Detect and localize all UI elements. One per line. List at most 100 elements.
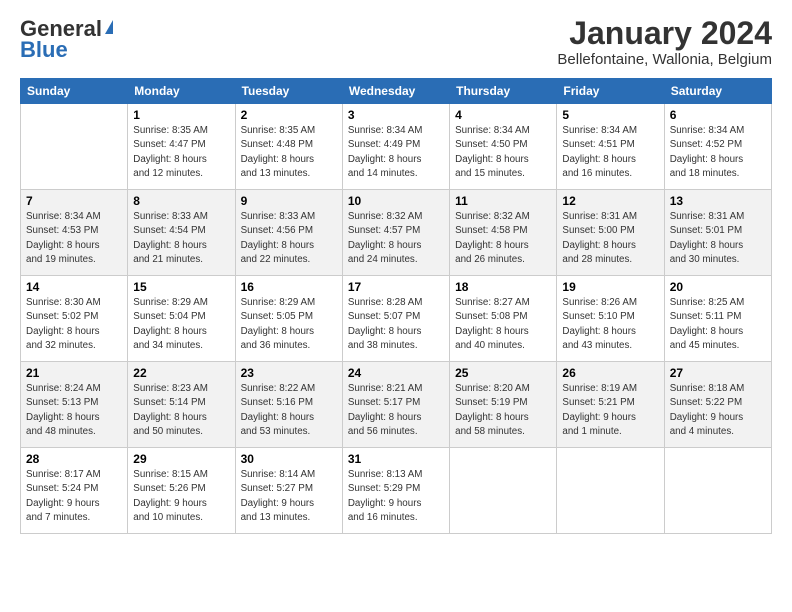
location-title: Bellefontaine, Wallonia, Belgium xyxy=(557,51,772,68)
title-block: January 2024 Bellefontaine, Wallonia, Be… xyxy=(557,16,772,68)
day-info: Sunrise: 8:29 AMSunset: 5:04 PMDaylight:… xyxy=(133,296,229,353)
calendar-cell: 31 Sunrise: 8:13 AMSunset: 5:29 PMDayligh… xyxy=(342,448,449,534)
day-number: 26 xyxy=(562,366,658,380)
col-wednesday: Wednesday xyxy=(342,79,449,104)
month-title: January 2024 xyxy=(557,16,772,51)
calendar-cell: 21 Sunrise: 8:24 AMSunset: 5:13 PMDayligh… xyxy=(21,362,128,448)
day-number: 9 xyxy=(241,194,337,208)
calendar-cell: 5 Sunrise: 8:34 AMSunset: 4:51 PMDaylight… xyxy=(557,104,664,190)
calendar-cell xyxy=(450,448,557,534)
calendar-cell: 22 Sunrise: 8:23 AMSunset: 5:14 PMDayligh… xyxy=(128,362,235,448)
day-info: Sunrise: 8:33 AMSunset: 4:56 PMDaylight:… xyxy=(241,210,337,267)
calendar-cell: 30Sunrise: 8:14 AMSunset: 5:27 PMDayligh… xyxy=(235,448,342,534)
day-number: 6 xyxy=(670,108,766,122)
day-number: 8 xyxy=(133,194,229,208)
day-number: 3 xyxy=(348,108,444,122)
calendar-cell: 28 Sunrise: 8:17 AMSunset: 5:24 PMDayligh… xyxy=(21,448,128,534)
calendar-body: 1 Sunrise: 8:35 AMSunset: 4:47 PMDaylight… xyxy=(21,104,772,534)
day-info: Sunrise: 8:32 AMSunset: 4:58 PMDaylight:… xyxy=(455,210,551,267)
day-number: 4 xyxy=(455,108,551,122)
day-info: Sunrise: 8:28 AMSunset: 5:07 PMDaylight:… xyxy=(348,296,444,353)
calendar-table: Sunday Monday Tuesday Wednesday Thursday… xyxy=(20,78,772,534)
header: General Blue January 2024 Bellefontaine,… xyxy=(20,16,772,68)
day-info: Sunrise: 8:31 AMSunset: 5:01 PMDaylight:… xyxy=(670,210,766,267)
day-number: 15 xyxy=(133,280,229,294)
day-info: Sunrise: 8:14 AMSunset: 5:27 PMDaylight:… xyxy=(241,468,337,525)
day-number: 25 xyxy=(455,366,551,380)
day-number: 17 xyxy=(348,280,444,294)
calendar-cell: 4Sunrise: 8:34 AMSunset: 4:50 PMDaylight… xyxy=(450,104,557,190)
calendar-cell: 8 Sunrise: 8:33 AMSunset: 4:54 PMDaylight… xyxy=(128,190,235,276)
header-row: Sunday Monday Tuesday Wednesday Thursday… xyxy=(21,79,772,104)
day-info: Sunrise: 8:34 AMSunset: 4:53 PMDaylight:… xyxy=(26,210,122,267)
col-thursday: Thursday xyxy=(450,79,557,104)
calendar-header: Sunday Monday Tuesday Wednesday Thursday… xyxy=(21,79,772,104)
day-number: 1 xyxy=(133,108,229,122)
day-info: Sunrise: 8:31 AMSunset: 5:00 PMDaylight:… xyxy=(562,210,658,267)
day-number: 29 xyxy=(133,452,229,466)
day-info: Sunrise: 8:20 AMSunset: 5:19 PMDaylight:… xyxy=(455,382,551,439)
day-info: Sunrise: 8:18 AMSunset: 5:22 PMDaylight:… xyxy=(670,382,766,439)
day-number: 24 xyxy=(348,366,444,380)
calendar-cell: 20Sunrise: 8:25 AMSunset: 5:11 PMDayligh… xyxy=(664,276,771,362)
calendar-cell xyxy=(557,448,664,534)
week-row-3: 14 Sunrise: 8:30 AMSunset: 5:02 PMDayligh… xyxy=(21,276,772,362)
calendar-cell: 16Sunrise: 8:29 AMSunset: 5:05 PMDayligh… xyxy=(235,276,342,362)
day-info: Sunrise: 8:13 AMSunset: 5:29 PMDaylight:… xyxy=(348,468,444,525)
day-number: 13 xyxy=(670,194,766,208)
day-number: 5 xyxy=(562,108,658,122)
day-number: 20 xyxy=(670,280,766,294)
day-number: 14 xyxy=(26,280,122,294)
day-info: Sunrise: 8:22 AMSunset: 5:16 PMDaylight:… xyxy=(241,382,337,439)
day-number: 11 xyxy=(455,194,551,208)
week-row-2: 7 Sunrise: 8:34 AMSunset: 4:53 PMDaylight… xyxy=(21,190,772,276)
day-number: 31 xyxy=(348,452,444,466)
day-number: 19 xyxy=(562,280,658,294)
day-info: Sunrise: 8:17 AMSunset: 5:24 PMDaylight:… xyxy=(26,468,122,525)
calendar-cell: 26 Sunrise: 8:19 AMSunset: 5:21 PMDayligh… xyxy=(557,362,664,448)
day-info: Sunrise: 8:27 AMSunset: 5:08 PMDaylight:… xyxy=(455,296,551,353)
col-sunday: Sunday xyxy=(21,79,128,104)
week-row-5: 28 Sunrise: 8:17 AMSunset: 5:24 PMDayligh… xyxy=(21,448,772,534)
calendar-cell: 11 Sunrise: 8:32 AMSunset: 4:58 PMDayligh… xyxy=(450,190,557,276)
day-info: Sunrise: 8:23 AMSunset: 5:14 PMDaylight:… xyxy=(133,382,229,439)
calendar-cell: 6 Sunrise: 8:34 AMSunset: 4:52 PMDaylight… xyxy=(664,104,771,190)
logo-arrow-icon xyxy=(105,20,113,34)
calendar-cell xyxy=(21,104,128,190)
day-number: 10 xyxy=(348,194,444,208)
calendar-cell: 3Sunrise: 8:34 AMSunset: 4:49 PMDaylight… xyxy=(342,104,449,190)
day-number: 18 xyxy=(455,280,551,294)
calendar-cell: 17 Sunrise: 8:28 AMSunset: 5:07 PMDayligh… xyxy=(342,276,449,362)
day-info: Sunrise: 8:32 AMSunset: 4:57 PMDaylight:… xyxy=(348,210,444,267)
day-number: 21 xyxy=(26,366,122,380)
day-number: 12 xyxy=(562,194,658,208)
calendar-cell: 12 Sunrise: 8:31 AMSunset: 5:00 PMDayligh… xyxy=(557,190,664,276)
col-friday: Friday xyxy=(557,79,664,104)
day-info: Sunrise: 8:30 AMSunset: 5:02 PMDaylight:… xyxy=(26,296,122,353)
col-monday: Monday xyxy=(128,79,235,104)
logo-blue: Blue xyxy=(20,40,68,60)
day-info: Sunrise: 8:34 AMSunset: 4:51 PMDaylight:… xyxy=(562,124,658,181)
calendar-cell: 10 Sunrise: 8:32 AMSunset: 4:57 PMDayligh… xyxy=(342,190,449,276)
calendar-cell: 7 Sunrise: 8:34 AMSunset: 4:53 PMDaylight… xyxy=(21,190,128,276)
day-info: Sunrise: 8:21 AMSunset: 5:17 PMDaylight:… xyxy=(348,382,444,439)
day-info: Sunrise: 8:35 AMSunset: 4:47 PMDaylight:… xyxy=(133,124,229,181)
day-number: 2 xyxy=(241,108,337,122)
calendar-cell: 23Sunrise: 8:22 AMSunset: 5:16 PMDayligh… xyxy=(235,362,342,448)
calendar-cell: 15 Sunrise: 8:29 AMSunset: 5:04 PMDayligh… xyxy=(128,276,235,362)
day-number: 16 xyxy=(241,280,337,294)
calendar-cell: 24 Sunrise: 8:21 AMSunset: 5:17 PMDayligh… xyxy=(342,362,449,448)
day-number: 7 xyxy=(26,194,122,208)
day-number: 27 xyxy=(670,366,766,380)
day-number: 28 xyxy=(26,452,122,466)
day-number: 22 xyxy=(133,366,229,380)
day-info: Sunrise: 8:26 AMSunset: 5:10 PMDaylight:… xyxy=(562,296,658,353)
day-info: Sunrise: 8:19 AMSunset: 5:21 PMDaylight:… xyxy=(562,382,658,439)
calendar-cell: 27 Sunrise: 8:18 AMSunset: 5:22 PMDayligh… xyxy=(664,362,771,448)
day-info: Sunrise: 8:33 AMSunset: 4:54 PMDaylight:… xyxy=(133,210,229,267)
calendar-cell: 9 Sunrise: 8:33 AMSunset: 4:56 PMDaylight… xyxy=(235,190,342,276)
calendar-cell: 14 Sunrise: 8:30 AMSunset: 5:02 PMDayligh… xyxy=(21,276,128,362)
day-info: Sunrise: 8:24 AMSunset: 5:13 PMDaylight:… xyxy=(26,382,122,439)
day-info: Sunrise: 8:34 AMSunset: 4:52 PMDaylight:… xyxy=(670,124,766,181)
calendar-cell: 25 Sunrise: 8:20 AMSunset: 5:19 PMDayligh… xyxy=(450,362,557,448)
